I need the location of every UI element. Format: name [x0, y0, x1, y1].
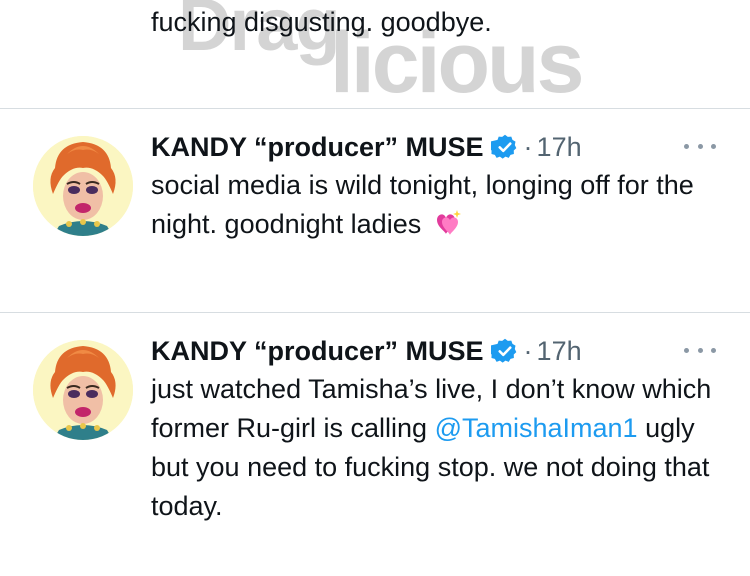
tweet-header: KANDY “producer” MUSE · 17h [151, 128, 582, 166]
avatar[interactable] [33, 340, 133, 440]
tweet-divider [0, 108, 750, 109]
tweet-item[interactable]: KANDY “producer” MUSE · 17h just watched… [0, 332, 750, 576]
tweet-header: KANDY “producer” MUSE · 17h [151, 332, 582, 370]
sparkling-heart-emoji [437, 210, 462, 235]
verified-badge-icon [490, 134, 516, 159]
mention-link[interactable]: @TamishaIman1 [435, 413, 638, 443]
more-options-icon[interactable] [684, 340, 716, 360]
display-name[interactable]: KANDY “producer” MUSE [151, 132, 484, 163]
tweet-text-content: social media is wild tonight, longing of… [151, 170, 694, 239]
avatar[interactable] [33, 136, 133, 236]
tweet-text: social media is wild tonight, longing of… [151, 166, 731, 244]
timestamp[interactable]: 17h [537, 132, 582, 163]
verified-badge-icon [490, 338, 516, 363]
separator-dot: · [523, 131, 533, 162]
separator-dot: · [523, 335, 533, 366]
display-name[interactable]: KANDY “producer” MUSE [151, 336, 484, 367]
tweet-text: just watched Tamisha’s live, I don’t kno… [151, 370, 731, 526]
tweet-item[interactable]: KANDY “producer” MUSE · 17h social media… [0, 128, 750, 308]
previous-tweet-text: fucking disgusting. goodbye. [151, 7, 492, 37]
timestamp[interactable]: 17h [537, 336, 582, 367]
more-options-icon[interactable] [684, 136, 716, 156]
tweet-divider [0, 312, 750, 313]
